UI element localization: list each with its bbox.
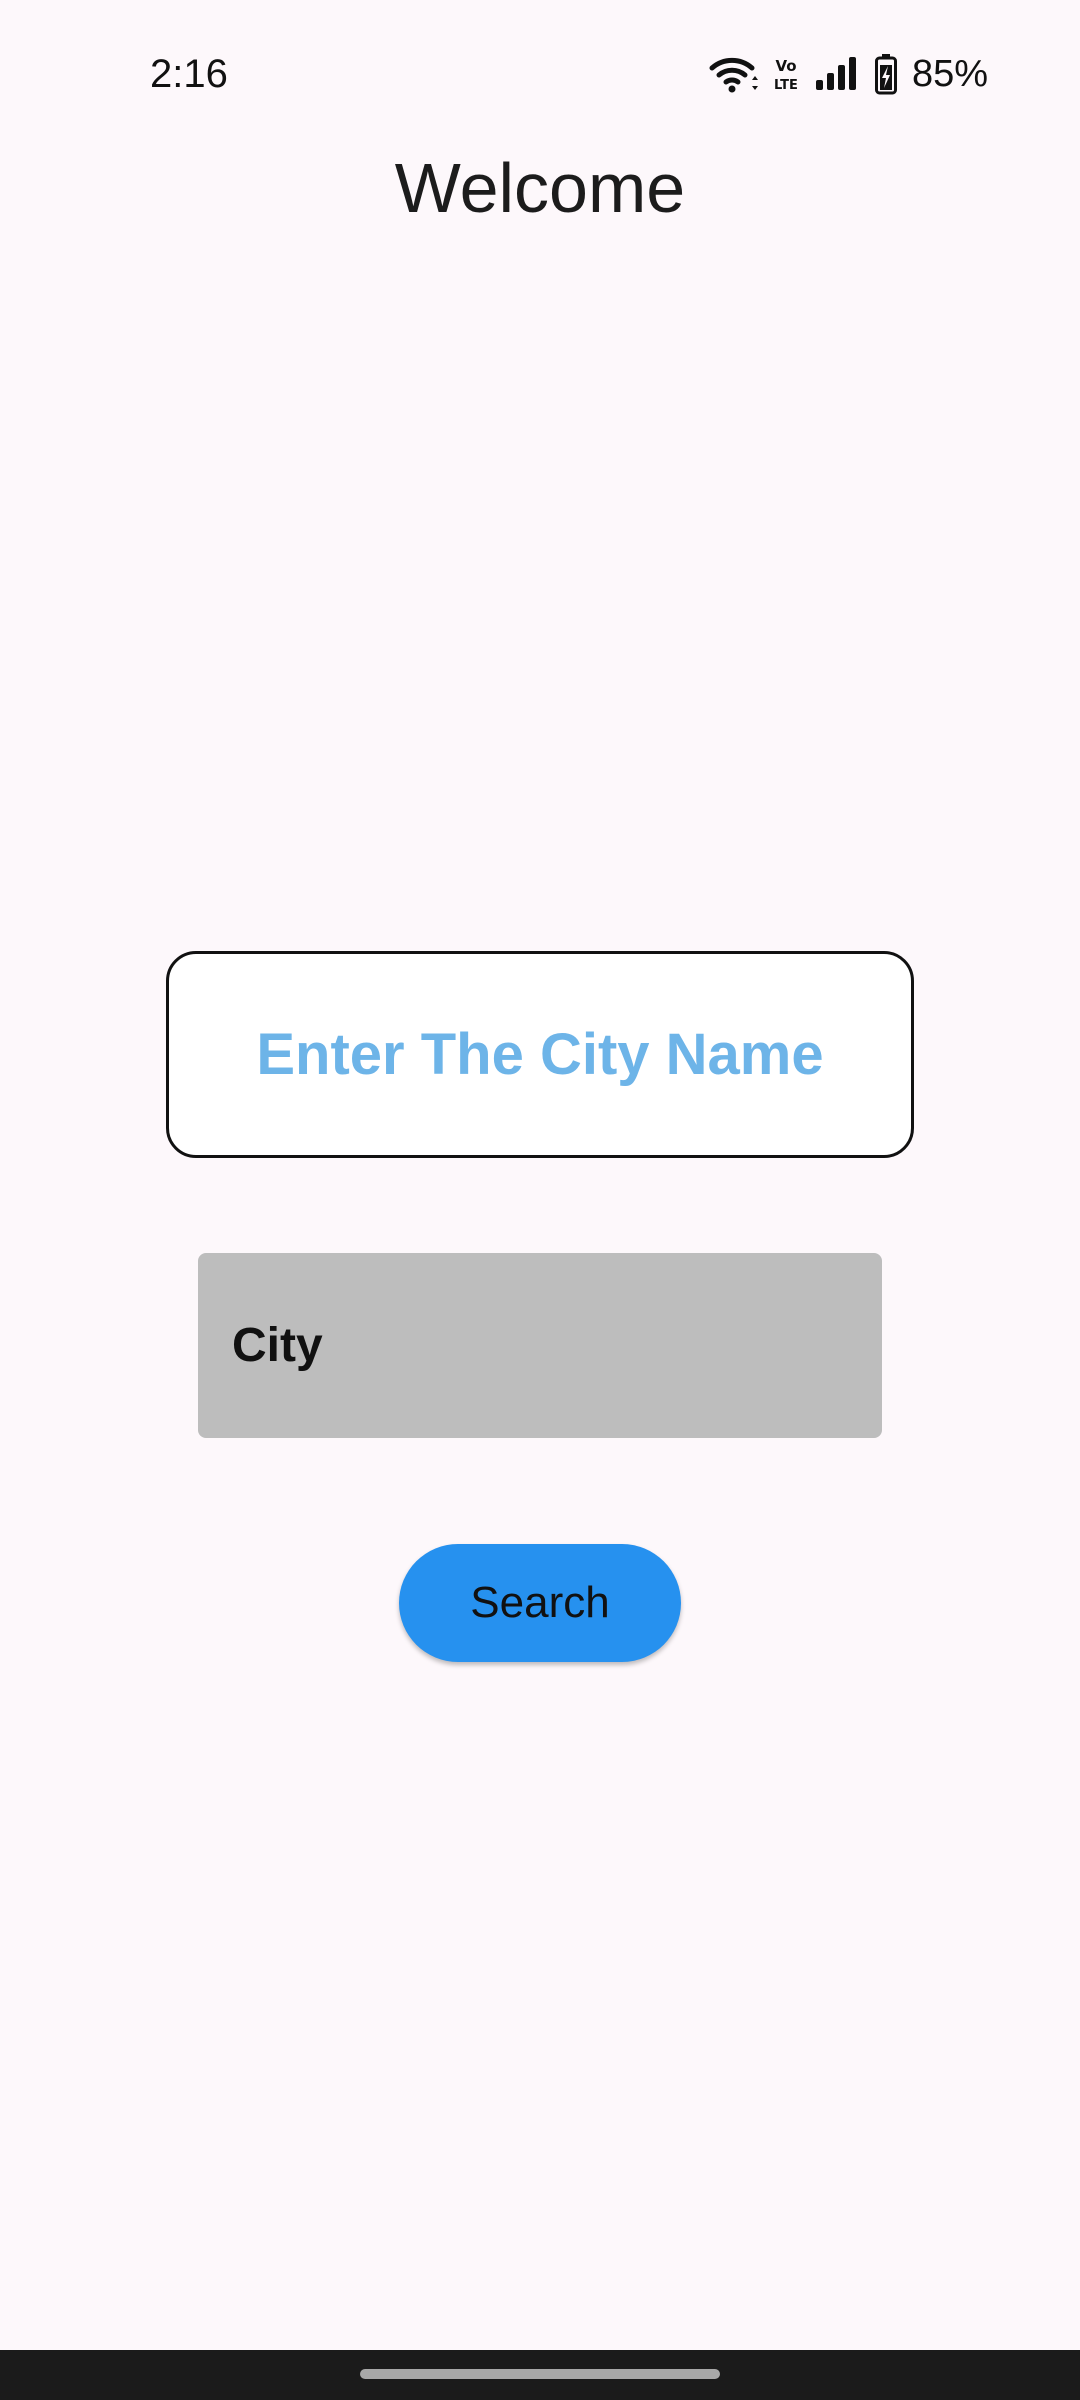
svg-text:Vo: Vo — [775, 57, 796, 75]
city-input[interactable] — [198, 1253, 882, 1438]
battery-charging-icon — [874, 53, 898, 95]
search-button[interactable]: Search — [399, 1544, 681, 1662]
volte-icon: Vo LTE — [772, 54, 800, 94]
svg-text:LTE: LTE — [774, 78, 798, 93]
battery-percentage: 85% — [911, 53, 988, 95]
signal-icon — [814, 56, 860, 92]
navigation-bar — [0, 2350, 1080, 2400]
prompt-text: Enter The City Name — [256, 1022, 824, 1087]
prompt-box: Enter The City Name — [166, 951, 914, 1158]
wifi-icon — [708, 54, 758, 94]
status-time: 2:16 — [150, 52, 228, 96]
page-title: Welcome — [394, 149, 686, 227]
home-gesture-handle[interactable] — [360, 2369, 720, 2379]
status-bar: 2:16 Vo LTE 85% — [0, 0, 1080, 150]
status-icons: Vo LTE 85% — [708, 46, 988, 102]
